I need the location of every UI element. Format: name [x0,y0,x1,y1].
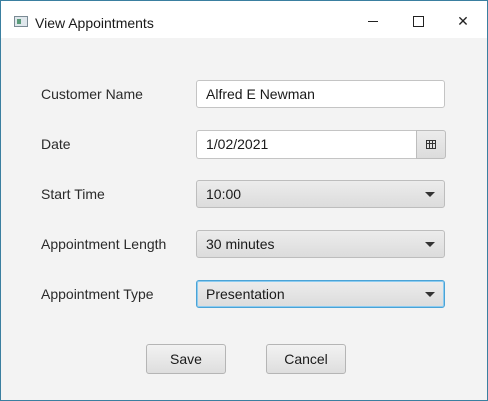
start-time-value: 10:00 [206,186,242,202]
appointment-type-dropdown[interactable]: Presentation [196,280,445,308]
appointment-type-value: Presentation [206,286,285,302]
view-appointments-window: View Appointments ✕ Customer Name Alfred… [0,0,488,401]
close-button[interactable]: ✕ [448,9,478,33]
customer-name-label: Customer Name [41,86,143,102]
window-title: View Appointments [35,15,154,31]
maximize-icon [412,15,424,27]
minimize-icon [368,20,378,22]
appointment-length-label: Appointment Length [41,236,167,252]
calendar-icon [426,140,436,149]
minimize-button[interactable] [358,9,388,33]
appointment-type-label: Appointment Type [41,286,154,302]
appointment-length-dropdown[interactable]: 30 minutes [196,230,445,258]
maximize-button[interactable] [403,9,433,33]
start-time-label: Start Time [41,186,105,202]
appointment-length-value: 30 minutes [206,236,275,252]
date-label: Date [41,136,71,152]
date-field[interactable]: 1/02/2021 [196,130,416,159]
cancel-button[interactable]: Cancel [266,344,346,374]
start-time-dropdown[interactable]: 10:00 [196,180,445,208]
chevron-down-icon [425,242,435,247]
customer-name-field[interactable]: Alfred E Newman [196,80,445,108]
date-picker-button[interactable] [416,130,446,159]
save-button[interactable]: Save [146,344,226,374]
chevron-down-icon [425,292,435,297]
chevron-down-icon [425,192,435,197]
close-icon: ✕ [457,12,469,29]
title-bar: View Appointments ✕ [1,1,487,38]
window-app-icon [14,16,28,27]
